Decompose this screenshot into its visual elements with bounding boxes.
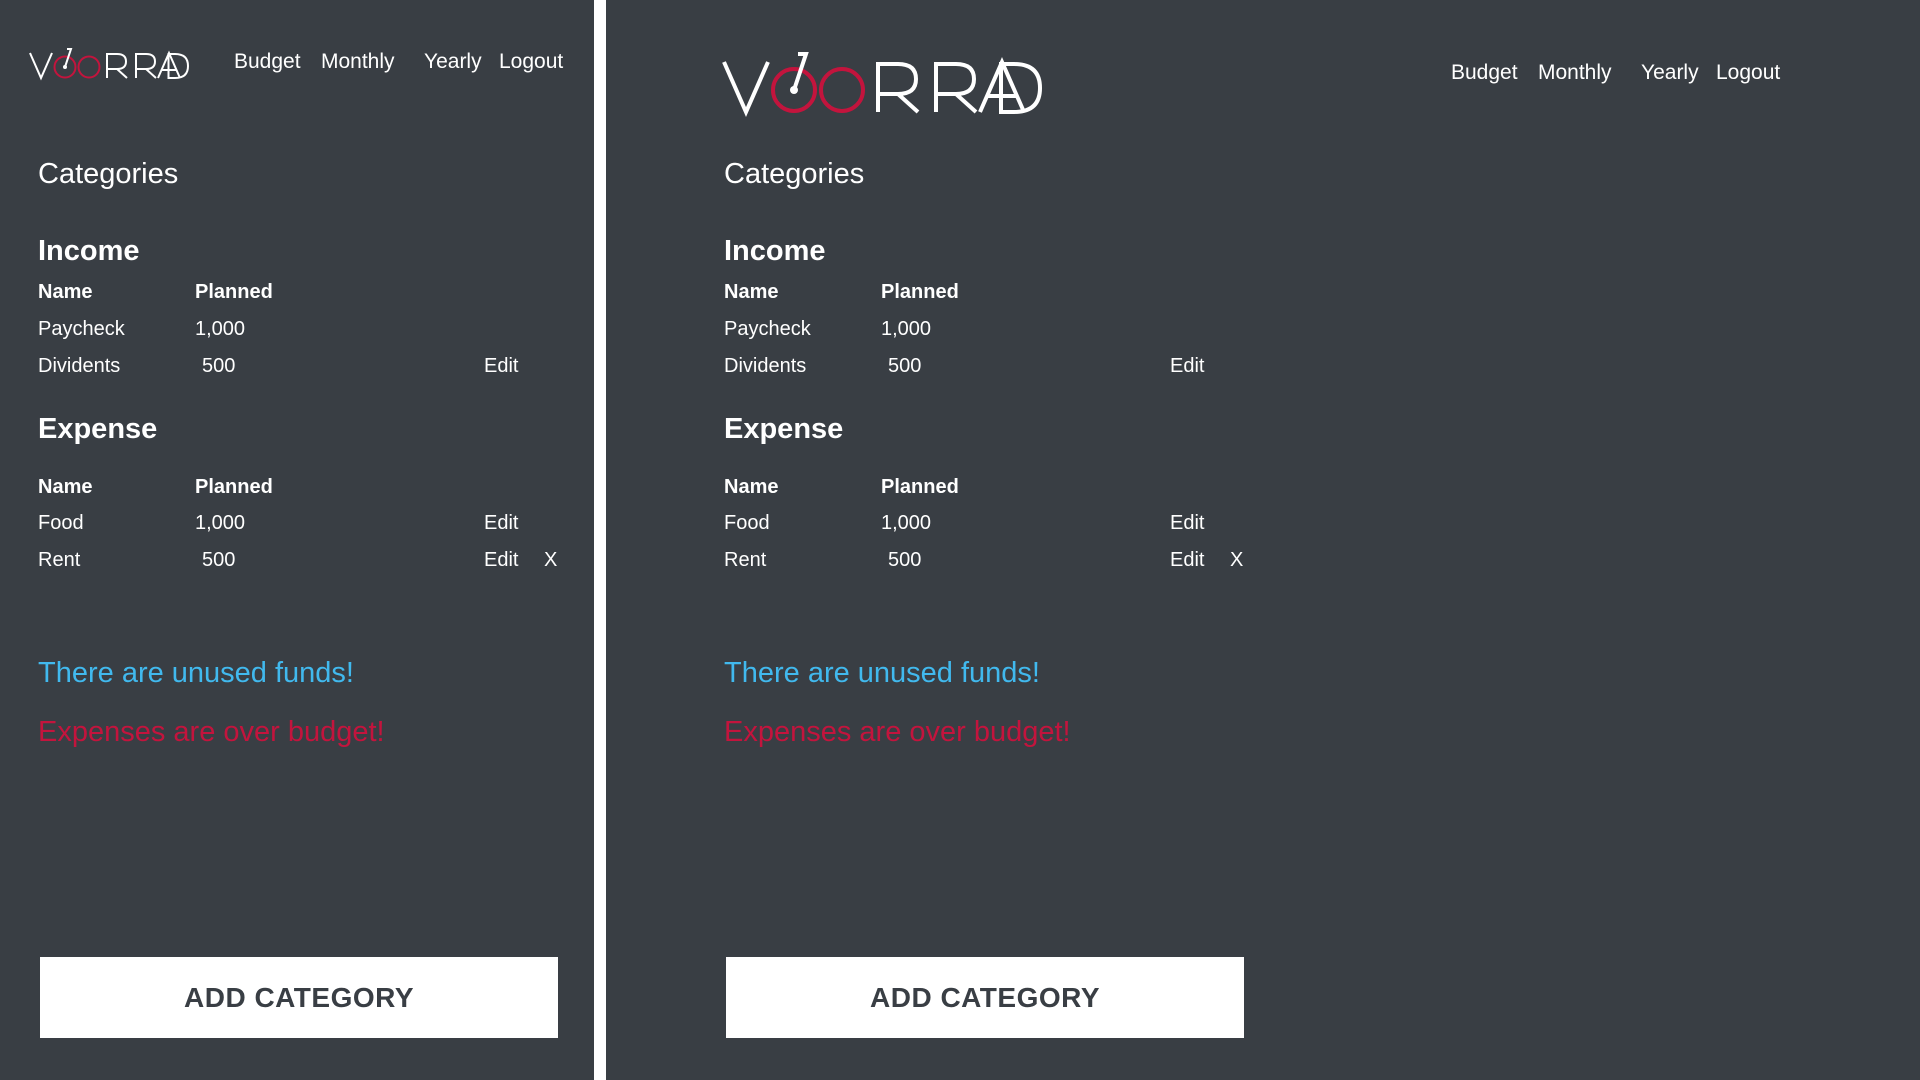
income-col-planned: Planned [195, 281, 273, 303]
income-row-name: Dividents [724, 355, 807, 377]
voorrad-logo[interactable] [29, 42, 189, 82]
edit-expense-button[interactable]: Edit [484, 512, 518, 535]
expense-col-planned: Planned [195, 476, 273, 498]
nav-monthly-link[interactable]: Monthly [321, 50, 395, 74]
nav-logout-link[interactable]: Logout [499, 50, 563, 74]
unused-funds-message: There are unused funds! [38, 657, 354, 689]
delete-expense-button[interactable]: X [544, 549, 557, 572]
income-row-name: Paycheck [724, 318, 811, 340]
expense-row-planned: 1,000 [881, 512, 932, 534]
expense-row-planned: 500 [888, 549, 922, 571]
edit-income-button[interactable]: Edit [1170, 355, 1204, 378]
nav-yearly-link[interactable]: Yearly [424, 50, 482, 74]
edit-expense-button[interactable]: Edit [484, 549, 518, 572]
income-row-name: Paycheck [38, 318, 125, 340]
edit-expense-button[interactable]: Edit [1170, 549, 1204, 572]
income-col-name: Name [724, 281, 779, 303]
expense-row-name: Food [38, 512, 84, 534]
nav-logout-link[interactable]: Logout [1716, 61, 1780, 85]
income-col-planned: Planned [881, 281, 959, 303]
page-title: Categories [724, 158, 865, 190]
voorrad-logo[interactable] [722, 40, 1042, 120]
expense-col-planned: Planned [881, 476, 959, 498]
delete-expense-button[interactable]: X [1230, 549, 1243, 572]
add-category-button[interactable]: ADD CATEGORY [40, 957, 558, 1038]
nav-budget-link[interactable]: Budget [1451, 61, 1518, 85]
expense-row-name: Rent [38, 549, 81, 571]
expense-col-name: Name [38, 476, 93, 498]
expense-row-planned: 1,000 [195, 512, 246, 534]
over-budget-message: Expenses are over budget! [38, 716, 385, 748]
nav-budget-link[interactable]: Budget [234, 50, 301, 74]
expense-heading: Expense [38, 413, 158, 445]
income-heading: Income [38, 235, 140, 267]
expense-row-planned: 500 [202, 549, 236, 571]
edit-income-button[interactable]: Edit [484, 355, 518, 378]
unused-funds-message: There are unused funds! [724, 657, 1040, 689]
page-title: Categories [38, 158, 179, 190]
wide-layout-panel: Budget Monthly Yearly Logout Categories … [606, 0, 1920, 1080]
narrow-layout-panel: Budget Monthly Yearly Logout Categories … [0, 0, 594, 1080]
income-heading: Income [724, 235, 826, 267]
expense-heading: Expense [724, 413, 844, 445]
income-row-planned: 1,000 [195, 318, 246, 340]
income-row-planned: 500 [888, 355, 922, 377]
over-budget-message: Expenses are over budget! [724, 716, 1071, 748]
add-category-button[interactable]: ADD CATEGORY [726, 957, 1244, 1038]
nav-yearly-link[interactable]: Yearly [1641, 61, 1699, 85]
expense-col-name: Name [724, 476, 779, 498]
income-row-planned: 500 [202, 355, 236, 377]
income-row-planned: 1,000 [881, 318, 932, 340]
nav-monthly-link[interactable]: Monthly [1538, 61, 1612, 85]
income-row-name: Dividents [38, 355, 121, 377]
expense-row-name: Food [724, 512, 770, 534]
expense-row-name: Rent [724, 549, 767, 571]
edit-expense-button[interactable]: Edit [1170, 512, 1204, 535]
income-col-name: Name [38, 281, 93, 303]
